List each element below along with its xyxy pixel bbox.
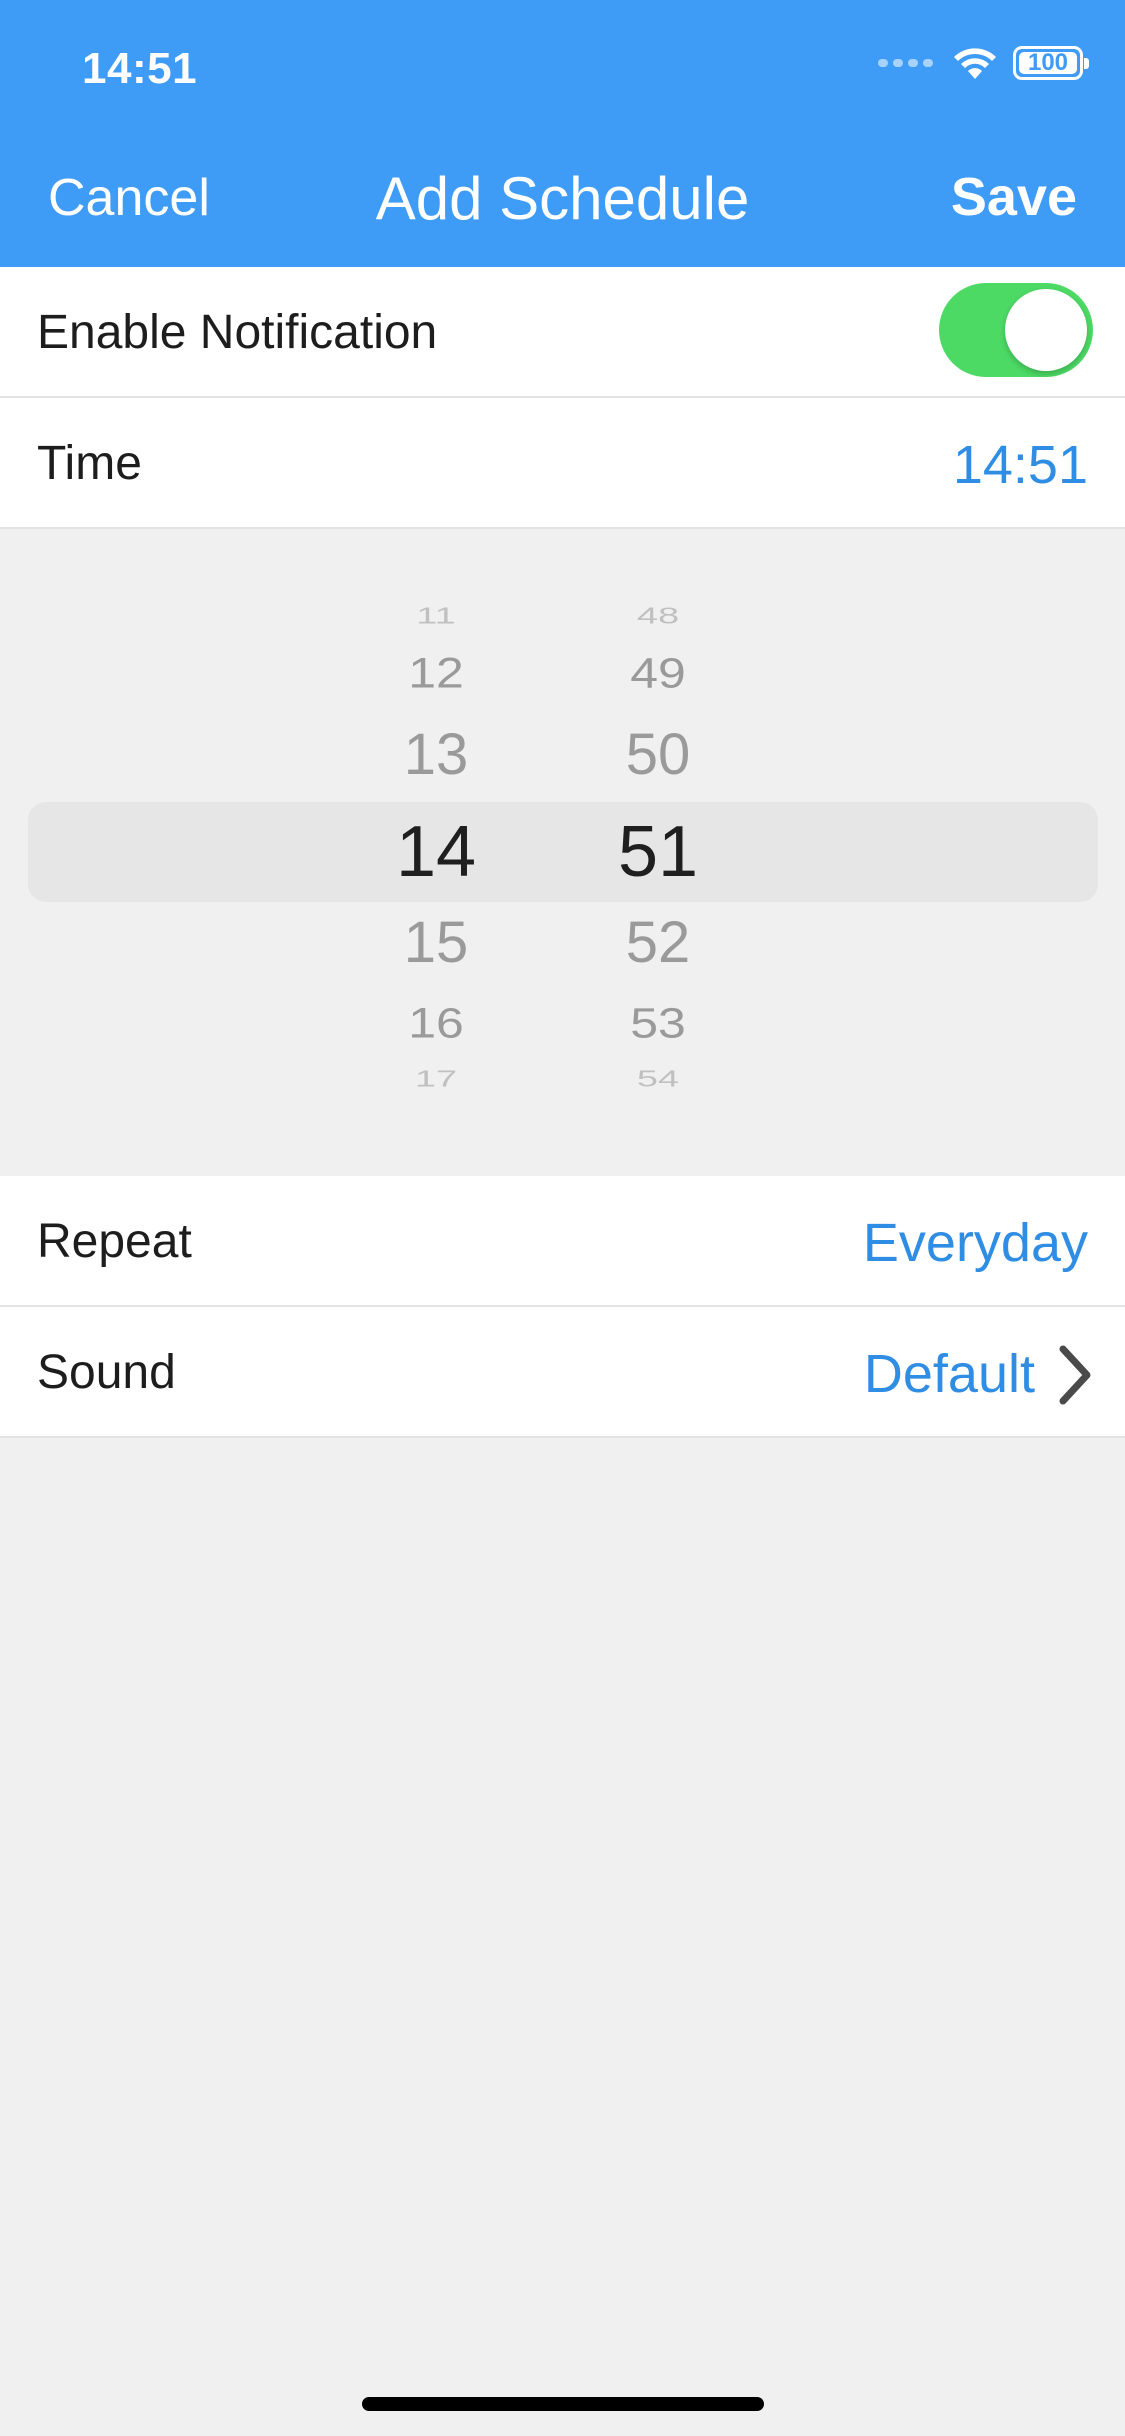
sound-value: Default (863, 1344, 1035, 1404)
hour-option[interactable]: 15 (336, 909, 536, 976)
hour-option[interactable]: 12 (336, 648, 536, 697)
status-indicators: 100 (878, 46, 1089, 80)
chevron-right-icon (1057, 1345, 1093, 1410)
hour-option[interactable]: 11 (336, 604, 536, 630)
minute-option[interactable]: 50 (558, 721, 758, 788)
minute-option[interactable]: 49 (558, 648, 758, 697)
battery-level: 100 (1019, 51, 1077, 75)
hour-option[interactable]: 17 (336, 1067, 536, 1093)
wifi-icon (953, 46, 997, 80)
repeat-row[interactable]: Repeat Everyday (0, 1176, 1125, 1307)
minute-option[interactable]: 48 (558, 604, 758, 630)
hour-wheel[interactable]: 11 12 13 14 15 16 17 (336, 529, 536, 1175)
minute-option[interactable]: 52 (558, 909, 758, 976)
toggle-knob (1005, 289, 1087, 371)
cancel-button[interactable]: Cancel (48, 168, 210, 228)
time-label: Time (37, 437, 142, 490)
enable-notification-toggle[interactable] (939, 283, 1093, 377)
sound-row[interactable]: Sound Default (0, 1307, 1125, 1438)
sound-label: Sound (37, 1346, 176, 1399)
hour-option[interactable]: 16 (336, 998, 536, 1047)
time-row[interactable]: Time 14:51 (0, 398, 1125, 529)
navigation-header: 14:51 100 Cancel Add Schedule Save (0, 0, 1125, 267)
enable-notification-label: Enable Notification (37, 306, 438, 359)
battery-icon: 100 (1013, 46, 1089, 80)
minute-option[interactable]: 53 (558, 998, 758, 1047)
minute-option[interactable]: 54 (558, 1067, 758, 1093)
repeat-label: Repeat (37, 1215, 192, 1268)
save-button[interactable]: Save (951, 166, 1077, 228)
time-picker[interactable]: 11 12 13 14 15 16 17 48 49 50 51 52 53 5… (0, 529, 1125, 1175)
status-time: 14:51 (82, 44, 198, 93)
hour-option-selected[interactable]: 14 (336, 811, 536, 893)
repeat-value: Everyday (862, 1213, 1088, 1273)
signal-icon (878, 59, 933, 67)
time-value: 14:51 (952, 435, 1088, 495)
minute-wheel[interactable]: 48 49 50 51 52 53 54 (558, 529, 758, 1175)
minute-option-selected[interactable]: 51 (558, 811, 758, 893)
hour-option[interactable]: 13 (336, 721, 536, 788)
enable-notification-row: Enable Notification (0, 267, 1125, 398)
home-indicator[interactable] (362, 2397, 764, 2411)
